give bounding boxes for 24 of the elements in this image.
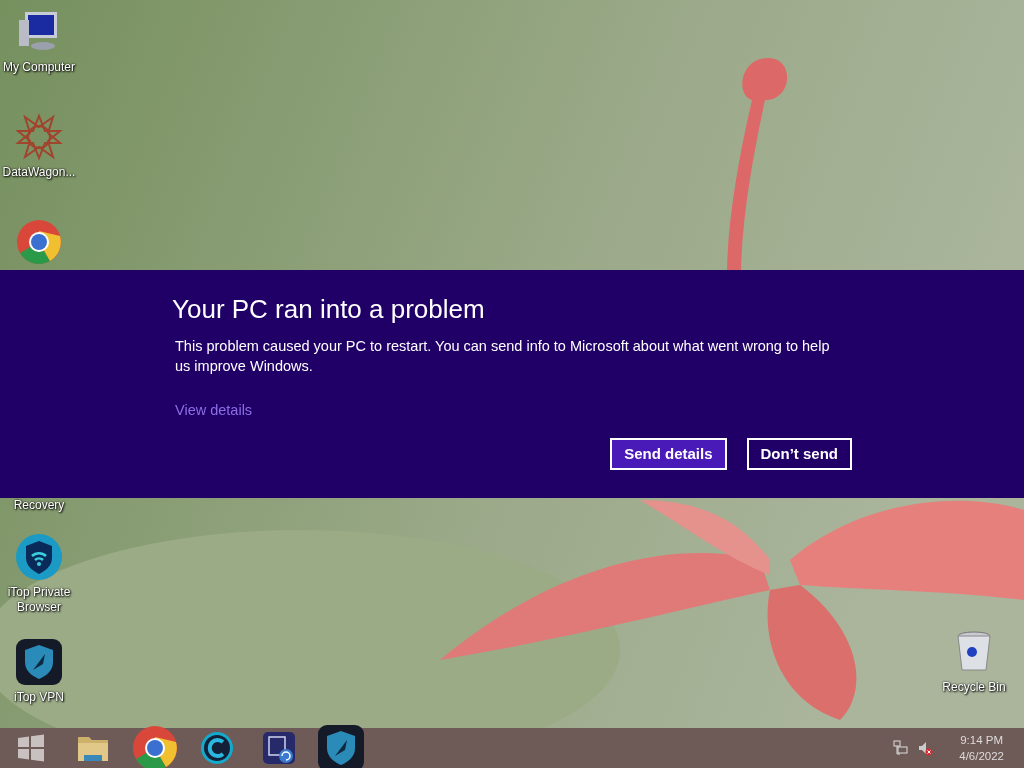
network-icon[interactable] <box>893 740 910 756</box>
icon-label[interactable]: My Computer <box>3 60 75 75</box>
clock-date[interactable]: 4/6/2022 <box>959 748 1004 764</box>
icon-label[interactable]: Recovery <box>13 498 65 513</box>
icon-label[interactable]: Recycle Bin <box>942 680 1006 695</box>
shield-icon <box>15 638 63 686</box>
dialog-message: This problem caused your PC to restart. You can send info to Microsoft about what went wrong to help us improve Windows. <box>174 337 831 376</box>
chrome-icon <box>131 724 179 768</box>
cancel-button[interactable]: Don’t send <box>746 437 852 470</box>
chrome-icon <box>15 218 63 266</box>
dialog-title: Your PC ran into a problem <box>172 293 486 326</box>
star-icon <box>15 113 63 161</box>
muted-speaker-icon[interactable] <box>917 740 934 756</box>
clock-time[interactable]: 9:14 PM <box>960 732 1004 748</box>
windows-icon[interactable] <box>17 734 45 762</box>
shield-icon <box>15 533 63 581</box>
icon-label[interactable]: iTop Private Browser <box>0 585 78 615</box>
icon-label[interactable]: iTop VPN <box>14 690 64 705</box>
image-app-icon[interactable] <box>262 731 296 765</box>
view-details-link[interactable]: View details <box>172 400 253 422</box>
c-logo-icon[interactable] <box>200 731 234 765</box>
icon-label[interactable]: DataWagon... <box>2 165 76 180</box>
shield-icon <box>317 724 365 768</box>
send-button[interactable]: Send details <box>610 437 727 470</box>
